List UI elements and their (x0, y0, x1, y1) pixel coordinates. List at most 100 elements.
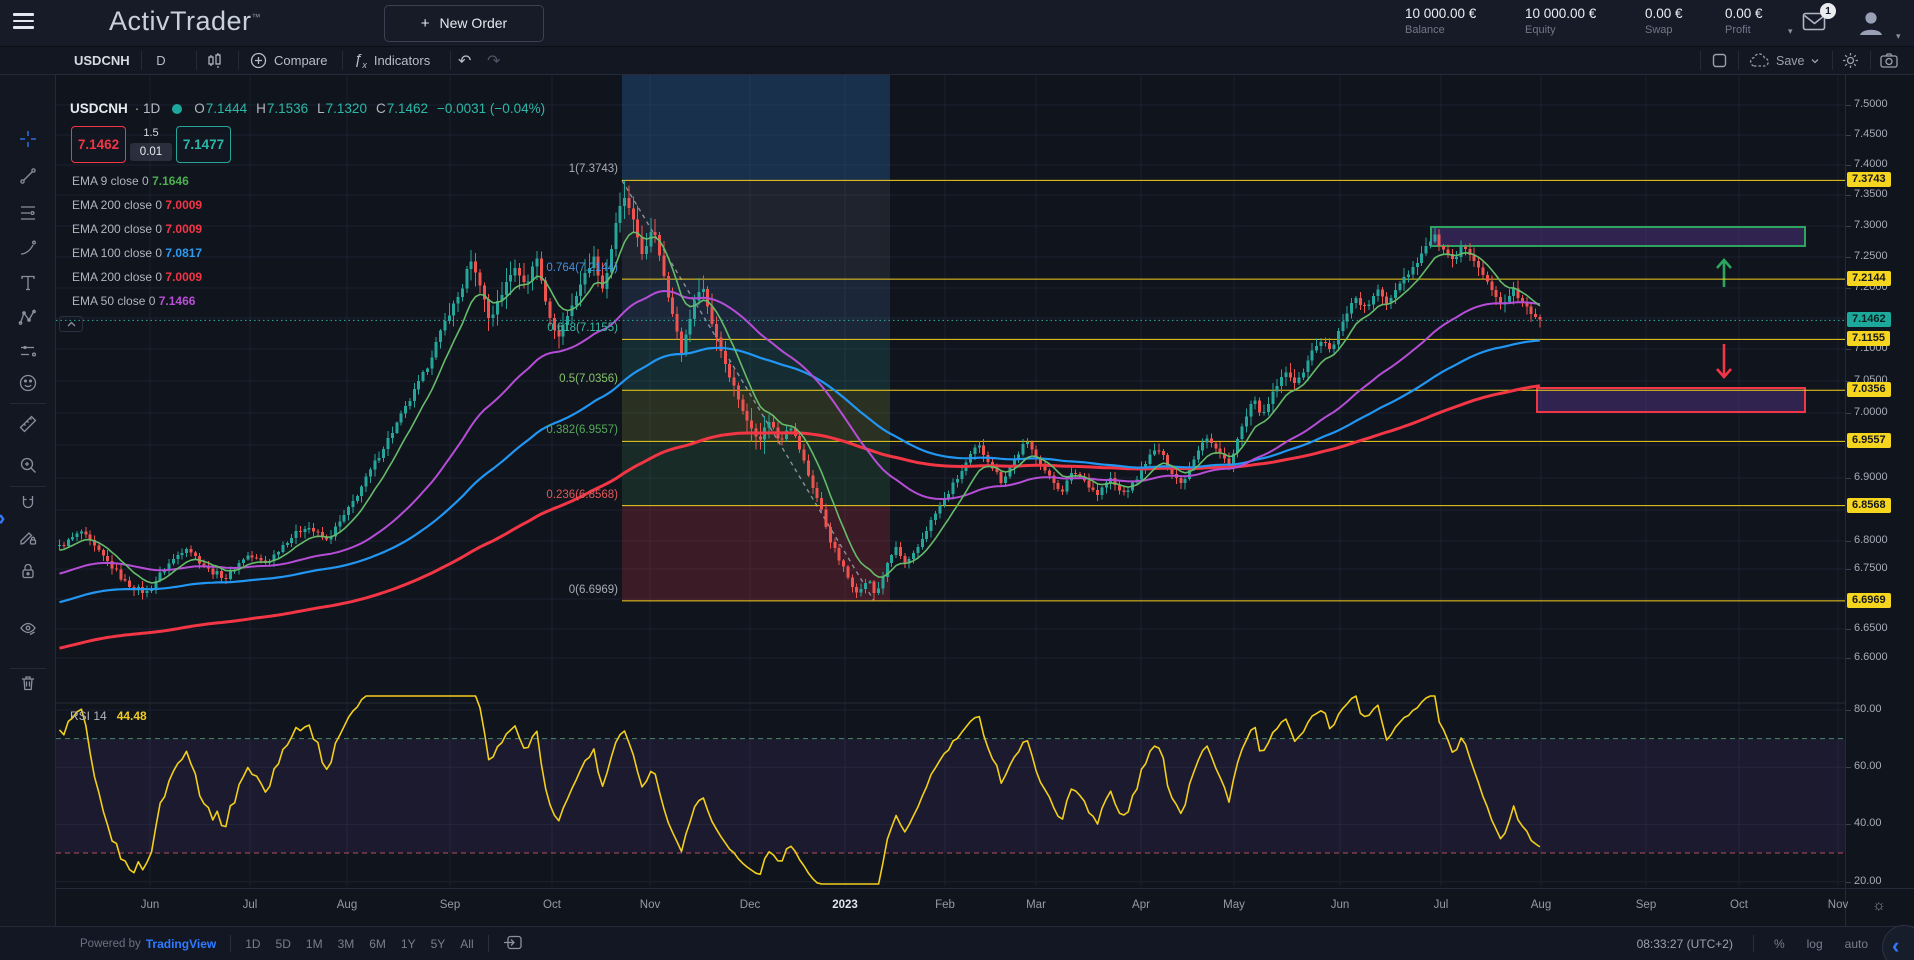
drawing-lock-tool[interactable] (11, 522, 45, 552)
chevron-down-icon[interactable]: ▾ (1896, 31, 1901, 42)
compare-icon (250, 52, 267, 69)
time-axis-label: Sep (1636, 899, 1656, 911)
time-axis-label: Jun (1331, 899, 1350, 911)
chevron-down-icon[interactable]: ▾ (1788, 26, 1793, 37)
avatar[interactable] (1856, 8, 1886, 38)
price-axis-label: 7.0000 (1854, 406, 1888, 418)
ruler-tool[interactable] (11, 409, 45, 439)
chart-legend[interactable]: USDCNH · 1D O7.1444H7.1536L7.1320C7.1462… (70, 101, 545, 116)
resistance-zone-box[interactable] (1431, 227, 1805, 246)
fib-band (622, 441, 890, 505)
time-axis-label: May (1223, 899, 1245, 911)
rsi-legend[interactable]: RSI 1444.48 (70, 709, 147, 723)
candles-icon (206, 52, 223, 69)
auto-scale-button[interactable]: auto (1845, 937, 1868, 951)
indicators-button[interactable]: ƒx Indicators (354, 47, 430, 74)
zoom-in-tool[interactable] (11, 450, 45, 480)
price-axis[interactable]: 7.50007.45007.40007.35007.30007.25007.20… (1845, 75, 1914, 926)
range-button-all[interactable]: All (460, 937, 473, 951)
chart-type-button[interactable] (206, 47, 223, 74)
fib-price-tag: 7.1155 (1847, 331, 1890, 346)
magnet-tool[interactable] (11, 488, 45, 518)
equity-value: 10 000.00 € (1525, 6, 1596, 21)
time-axis-label: 2023 (832, 899, 858, 911)
forecast-tool[interactable] (11, 336, 45, 366)
fib-band (622, 506, 890, 601)
brush-tool[interactable] (11, 233, 45, 263)
chart-canvas[interactable] (0, 0, 1914, 960)
rsi-axis-label: 40.00 (1854, 817, 1882, 829)
text-tool[interactable] (11, 268, 45, 298)
xabcd-pattern-tool[interactable] (11, 303, 45, 333)
fib-level-label: 0.382(6.9557) (58, 424, 618, 436)
theme-sun-icon[interactable]: ☼ (1872, 897, 1886, 914)
time-axis-label: Mar (1026, 899, 1046, 911)
tradingview-link[interactable]: TradingView (146, 937, 216, 951)
range-button-5y[interactable]: 5Y (431, 937, 446, 951)
time-axis-label: Jul (243, 899, 258, 911)
percent-scale-button[interactable]: % (1774, 937, 1785, 951)
price-axis-label: 7.5000 (1854, 98, 1888, 110)
rsi-axis-label: 60.00 (1854, 760, 1882, 772)
buy-price-button[interactable]: 7.1477 (176, 126, 231, 163)
sell-price-button[interactable]: 7.1462 (71, 126, 126, 163)
range-button-1d[interactable]: 1D (245, 937, 260, 951)
quantity-field[interactable]: 0.01 (130, 143, 172, 161)
fib-price-tag: 7.0356 (1847, 382, 1891, 397)
indicator-row[interactable]: EMA 200 close 0 7.0009 (72, 222, 202, 236)
emoji-tool[interactable] (11, 368, 45, 398)
time-axis-label: Sep (440, 899, 460, 911)
balance-label: Balance (1405, 24, 1476, 36)
expand-panel-chevron-icon[interactable]: › (0, 505, 5, 531)
swap-label: Swap (1645, 24, 1683, 36)
lock-all-tool[interactable] (11, 556, 45, 586)
go-to-date-icon[interactable] (503, 935, 522, 953)
price-axis-label: 6.6500 (1854, 622, 1888, 634)
interval-button[interactable]: D (151, 47, 171, 74)
price-axis-label: 7.4000 (1854, 158, 1888, 170)
notification-badge: 1 (1820, 3, 1836, 19)
fib-retracement-tool[interactable] (11, 198, 45, 228)
indicator-row[interactable]: EMA 9 close 0 7.1646 (72, 174, 189, 188)
layout-button[interactable] (1712, 47, 1727, 74)
support-zone-box[interactable] (1537, 388, 1805, 412)
camera-icon[interactable] (1880, 47, 1898, 74)
clock-label[interactable]: 08:33:27 (UTC+2) (1637, 937, 1733, 951)
log-scale-button[interactable]: log (1807, 937, 1823, 951)
cloud-icon (1748, 53, 1770, 68)
legend-interval: · 1D (135, 101, 161, 116)
crosshair-tool[interactable] (11, 124, 45, 154)
compare-button[interactable]: Compare (250, 47, 327, 74)
time-axis[interactable]: JunJulAugSepOctNovDec2023FebMarAprMayJun… (56, 888, 1914, 926)
collapse-legend-button[interactable] (59, 316, 83, 332)
indicator-row[interactable]: EMA 50 close 0 7.1466 (72, 294, 195, 308)
indicator-row[interactable]: EMA 200 close 0 7.0009 (72, 270, 202, 284)
range-button-3m[interactable]: 3M (338, 937, 355, 951)
time-axis-label: Dec (740, 899, 760, 911)
indicator-row[interactable]: EMA 200 close 0 7.0009 (72, 198, 202, 212)
symbol-search-button[interactable]: USDCNH (74, 47, 130, 74)
chevron-down-icon (1811, 58, 1819, 64)
swap-value: 0.00 € (1645, 6, 1683, 21)
range-button-1m[interactable]: 1M (306, 937, 323, 951)
redo-button[interactable]: ↷ (487, 47, 500, 74)
balance-stat: 10 000.00 € Balance (1405, 6, 1476, 36)
undo-button[interactable]: ↶ (458, 47, 471, 74)
range-button-1y[interactable]: 1Y (401, 937, 416, 951)
swap-stat: 0.00 € Swap (1645, 6, 1683, 36)
fib-level-label: 0(6.6969) (58, 584, 618, 596)
save-button[interactable]: Save (1748, 47, 1819, 74)
hide-drawings-tool[interactable] (11, 614, 45, 644)
remove-drawings-tool[interactable] (11, 668, 45, 698)
range-button-6m[interactable]: 6M (369, 937, 386, 951)
range-button-5d[interactable]: 5D (276, 937, 291, 951)
new-order-button[interactable]: +New Order (384, 5, 544, 42)
indicator-row[interactable]: EMA 100 close 0 7.0817 (72, 246, 202, 260)
price-axis-label: 6.7500 (1854, 562, 1888, 574)
up-arrow[interactable] (1717, 260, 1731, 287)
trend-line-tool[interactable] (11, 161, 45, 191)
hamburger-menu-icon[interactable] (13, 13, 34, 30)
activtrader-app: ActivTrader™ +New Order 10 000.00 € Bala… (0, 0, 1914, 960)
settings-gear-icon[interactable] (1842, 47, 1859, 74)
fib-band (622, 180, 890, 279)
